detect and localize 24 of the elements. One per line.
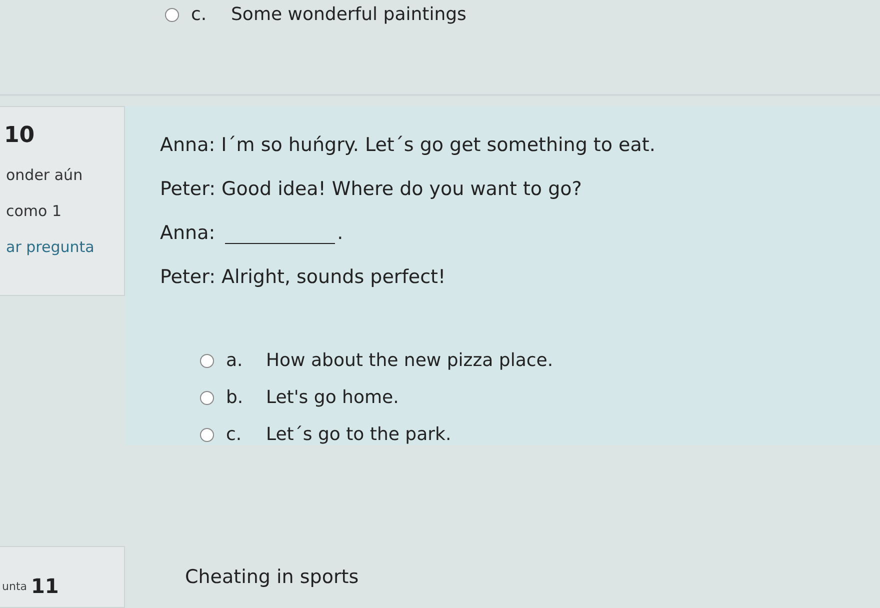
option-letter: b. xyxy=(226,387,244,408)
option-letter: a. xyxy=(226,350,244,371)
period: . xyxy=(337,222,344,244)
flag-question-link[interactable]: ar pregunta xyxy=(6,238,124,256)
question-marks: como 1 xyxy=(6,202,63,220)
dialogue-line: Anna: I´m so huńgry. Let´s go get something to eat. xyxy=(160,134,656,156)
option-text: Let's go home. xyxy=(266,387,399,408)
radio-button[interactable] xyxy=(200,354,214,368)
question-number: 11 xyxy=(31,574,59,598)
radio-button[interactable] xyxy=(200,390,214,404)
question-status: onder aún xyxy=(6,166,84,184)
option-text: Some wonderful paintings xyxy=(231,4,466,25)
question-label: unta xyxy=(2,580,27,592)
dialogue-line: Peter: Good idea! Where do you want to go? xyxy=(160,178,583,200)
radio-button[interactable] xyxy=(200,428,214,442)
dialogue-line: Anna: xyxy=(160,222,216,244)
option-text: Let´s go to the park. xyxy=(266,424,452,445)
option-text: How about the new pizza place. xyxy=(266,350,554,371)
option-letter: c. xyxy=(191,4,208,25)
question-text: Cheating in sports xyxy=(185,566,359,588)
question-number: 10 xyxy=(4,123,36,148)
radio-button[interactable] xyxy=(165,8,179,22)
dialogue-line: Peter: Alright, sounds perfect! xyxy=(160,266,447,288)
option-letter: c. xyxy=(226,424,243,445)
